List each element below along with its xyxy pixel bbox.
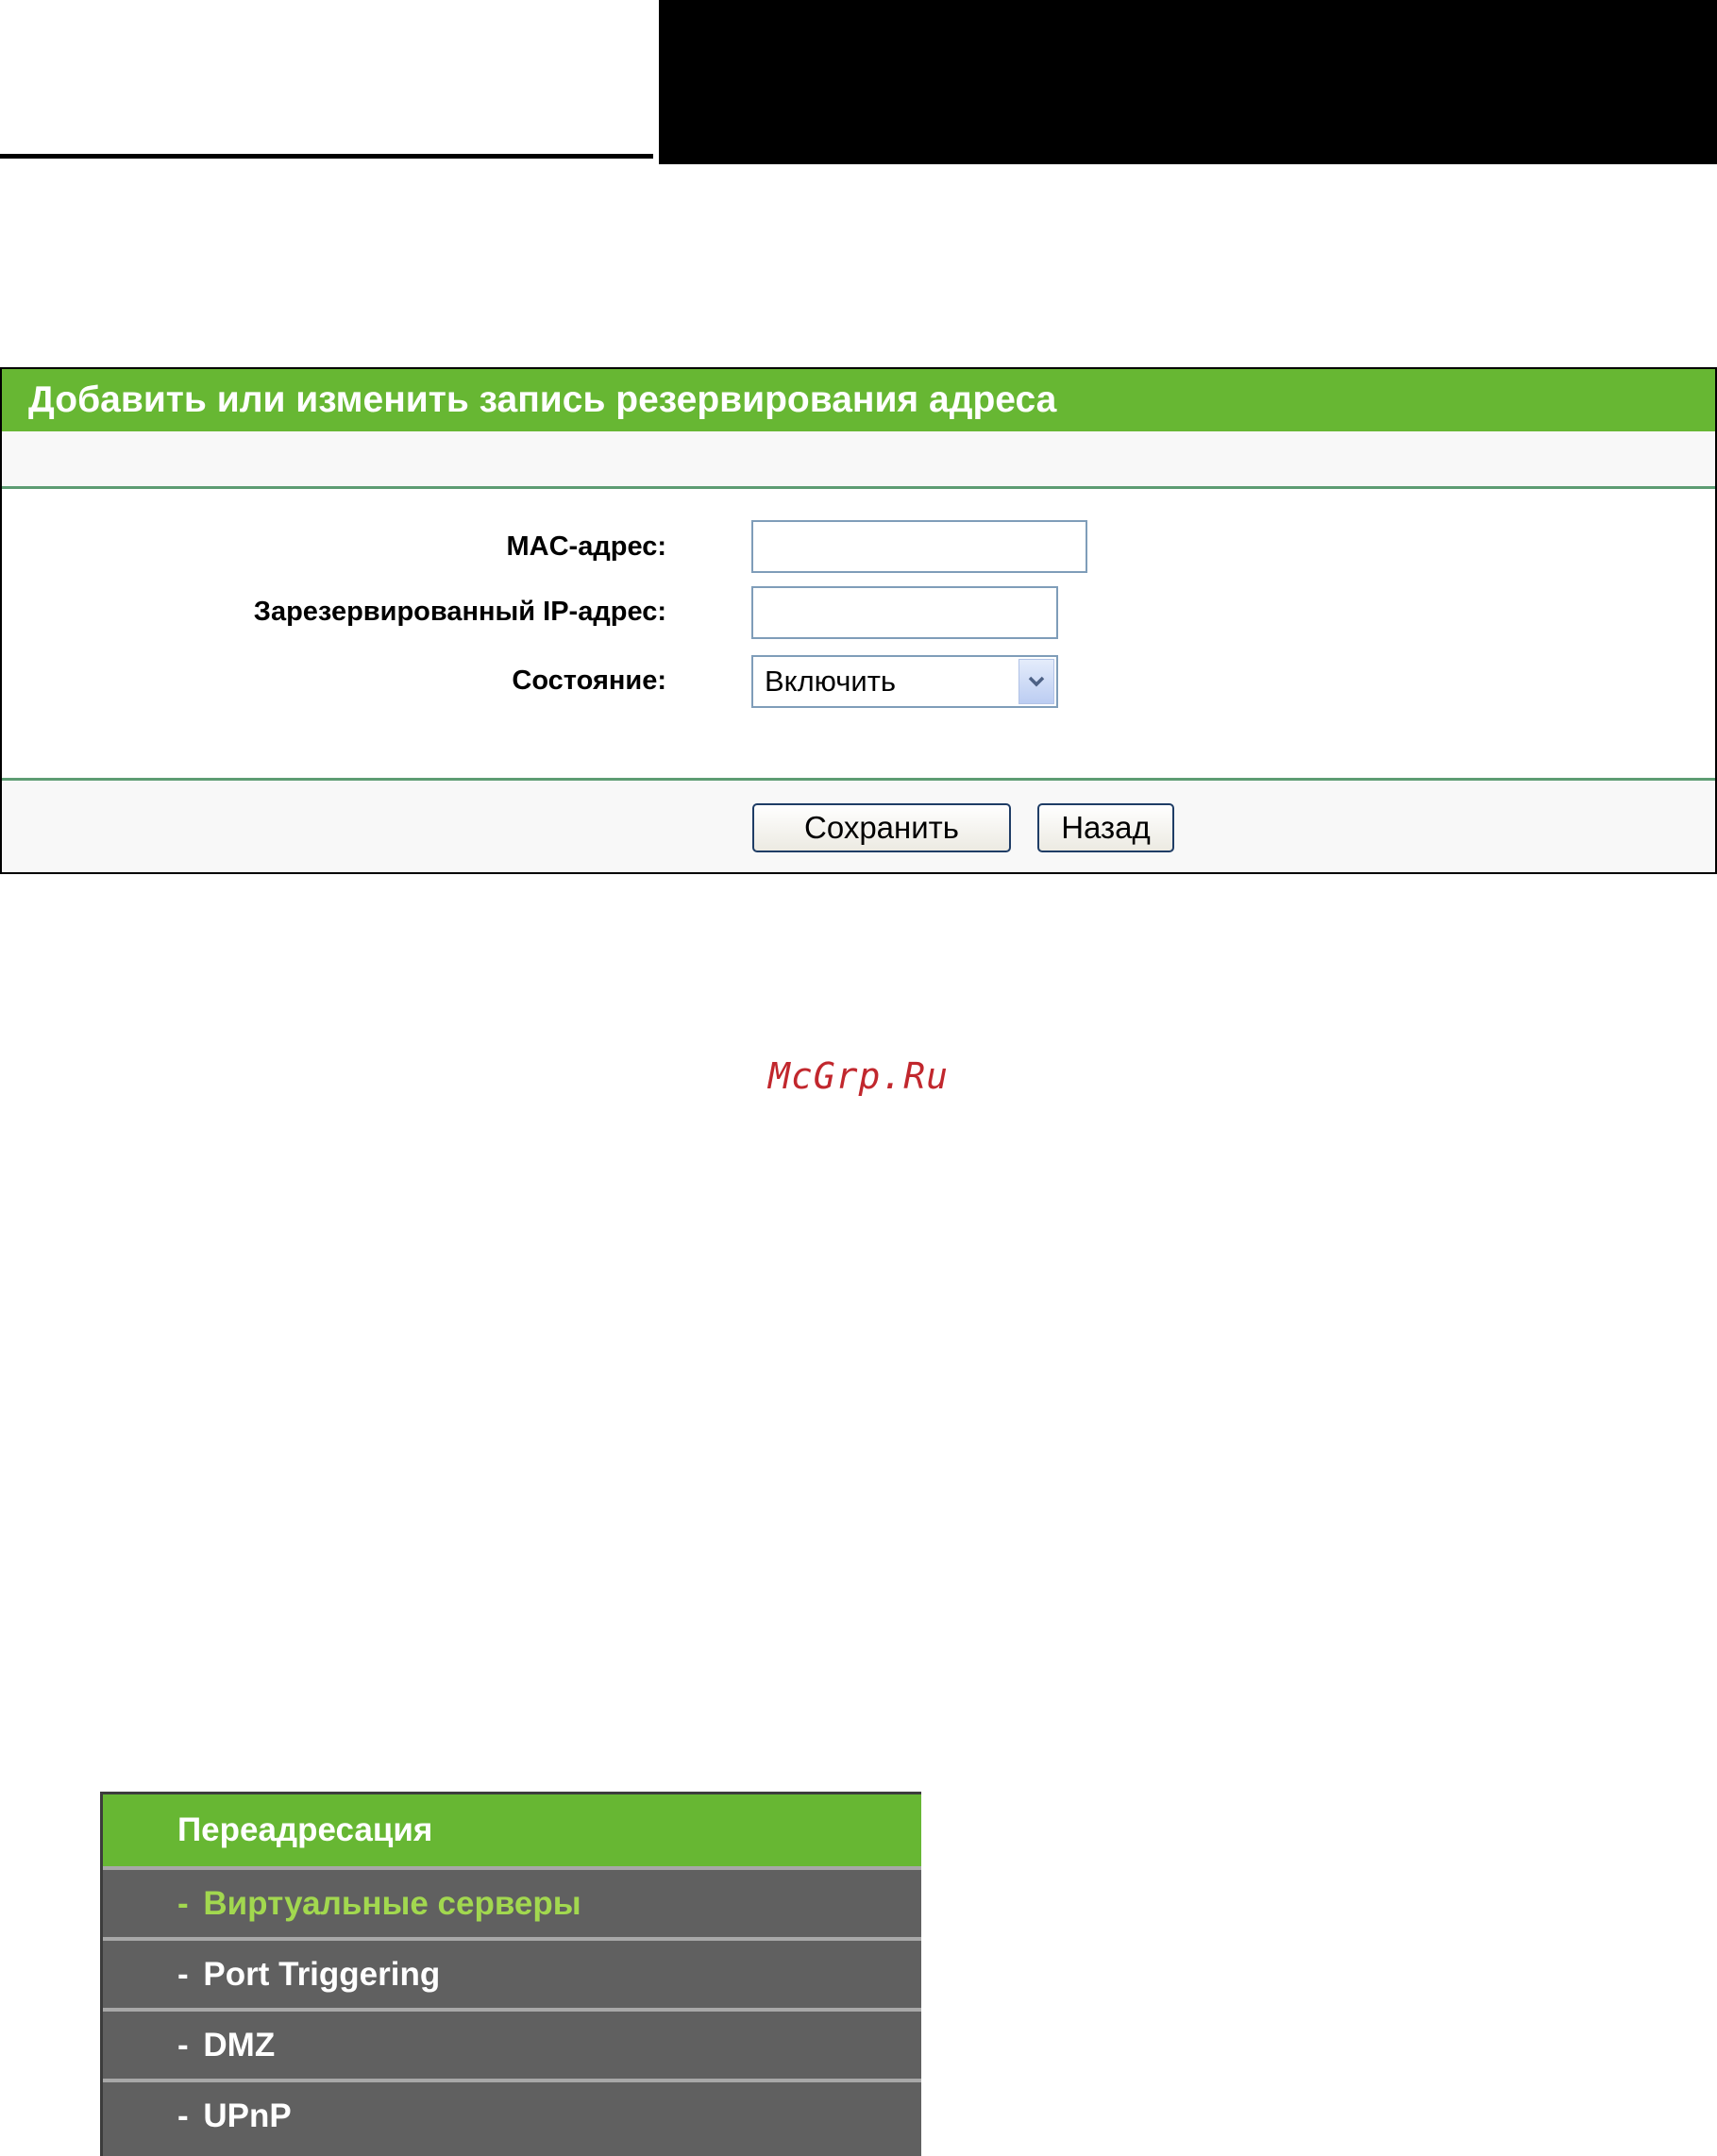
mac-address-label: MAC-адрес:	[506, 531, 666, 562]
menu-item-upnp[interactable]: - UPnP	[103, 2079, 921, 2146]
back-button[interactable]: Назад	[1037, 803, 1174, 852]
menu-item-forwarding[interactable]: Переадресация	[103, 1794, 921, 1866]
reserved-ip-label: Зарезервированный IP-адрес:	[253, 597, 666, 627]
header-left-area	[0, 0, 653, 159]
chevron-down-icon[interactable]	[1018, 659, 1054, 704]
menu-item-label: Переадресация	[177, 1811, 433, 1848]
header-banner	[656, 0, 1717, 164]
watermark-text: McGrp.Ru	[767, 1055, 950, 1097]
menu-item-virtual-servers[interactable]: - Виртуальные серверы	[103, 1866, 921, 1933]
panel-title: Добавить или изменить запись резервирова…	[2, 369, 1715, 431]
menu-item-label: Port Triggering	[203, 1956, 441, 1993]
panel-top-band	[2, 431, 1715, 489]
menu-item-port-triggering[interactable]: - Port Triggering	[103, 1937, 921, 2004]
status-label: Состояние:	[512, 665, 666, 696]
forwarding-menu: Переадресация - Виртуальные серверы - Po…	[100, 1792, 921, 2156]
reserved-ip-input[interactable]	[751, 586, 1058, 639]
menu-item-label: Виртуальные серверы	[203, 1885, 581, 1922]
status-select-value: Включить	[765, 665, 897, 698]
save-button[interactable]: Сохранить	[752, 803, 1011, 852]
menu-item-label: DMZ	[203, 2027, 276, 2063]
menu-item-dash: -	[177, 2027, 198, 2063]
menu-item-dash: -	[177, 2097, 198, 2134]
menu-item-dash: -	[177, 1885, 198, 1922]
status-select[interactable]: Включить	[751, 655, 1058, 708]
address-reservation-panel: Добавить или изменить запись резервирова…	[0, 367, 1717, 874]
menu-item-dmz[interactable]: - DMZ	[103, 2008, 921, 2075]
menu-item-label: UPnP	[203, 2097, 292, 2134]
panel-bottom-band: Сохранить Назад	[2, 778, 1715, 872]
menu-item-dash: -	[177, 1956, 198, 1993]
mac-address-input[interactable]	[751, 520, 1087, 573]
header-banner-fill	[663, 0, 1717, 164]
